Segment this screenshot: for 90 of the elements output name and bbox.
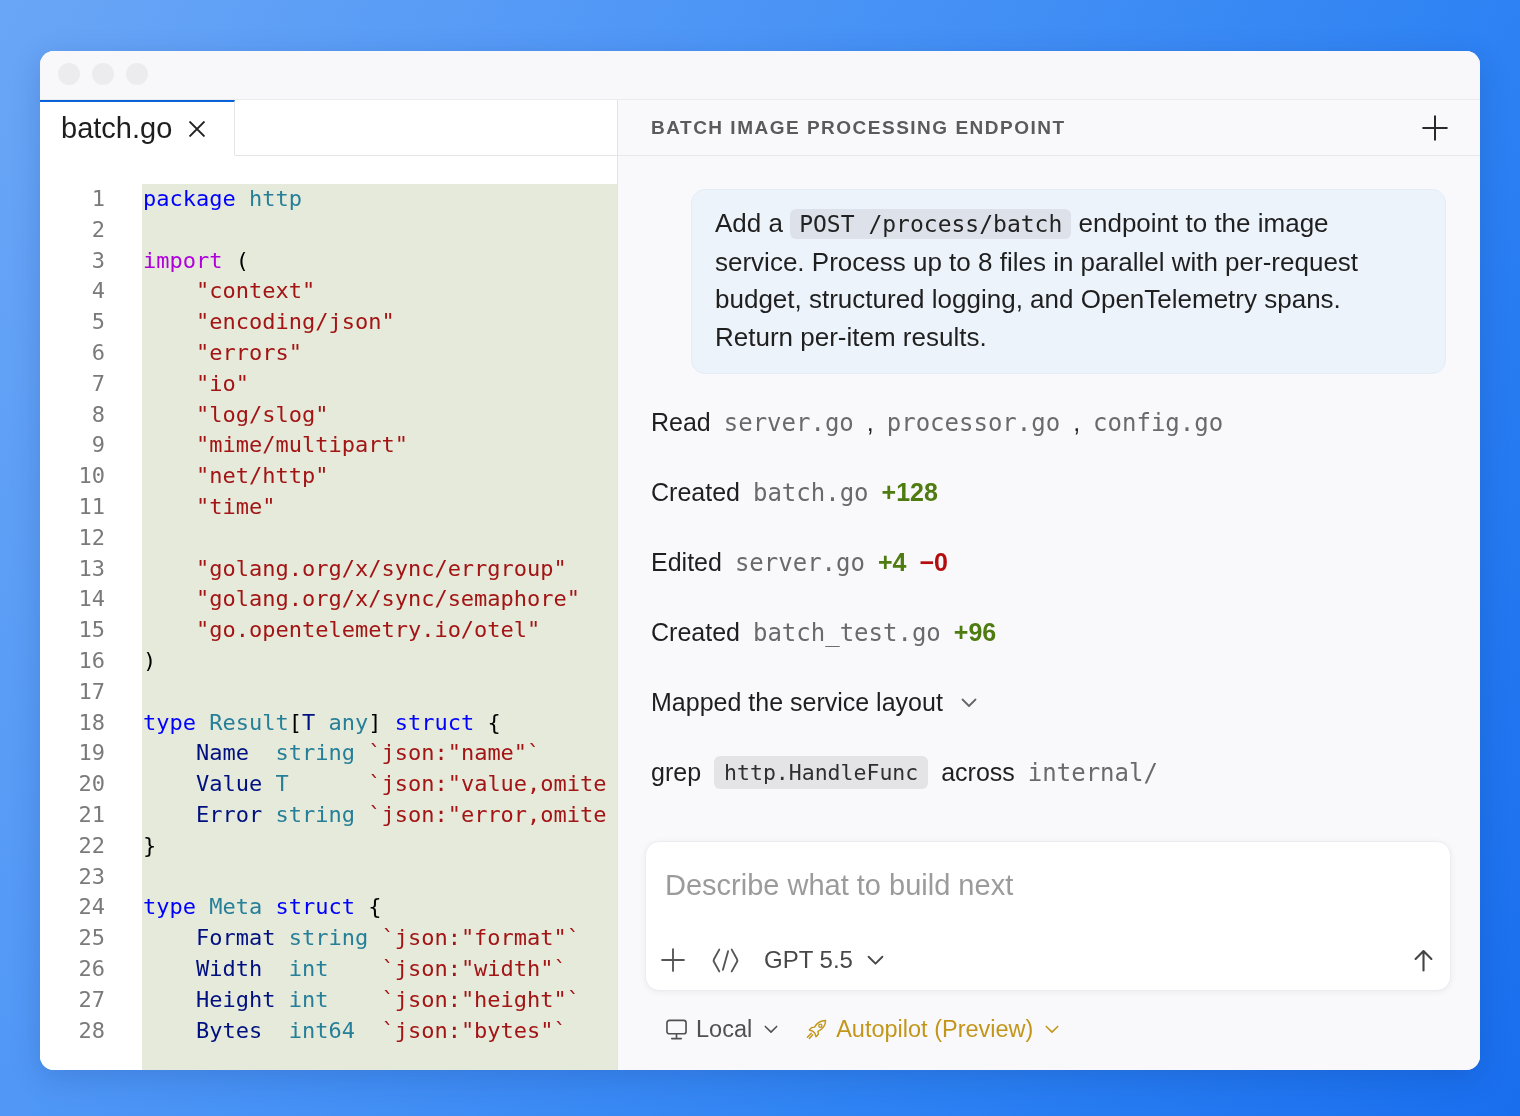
line-number: 23 (78, 863, 105, 889)
caret-icon (1045, 1025, 1060, 1034)
list-separator: , (1073, 408, 1081, 438)
code-line: import ( (143, 247, 249, 273)
line-number: 8 (91, 401, 105, 427)
line-number: 11 (78, 493, 105, 519)
code-line: package http (143, 186, 302, 211)
line-number: 25 (78, 925, 105, 951)
code-line: "mime/multipart" (195, 432, 408, 458)
code-line: "errors" (195, 340, 302, 365)
model-selector[interactable]: GPT 5.5 (764, 946, 884, 974)
line-number: 14 (78, 586, 105, 612)
code-line: Width int `json:"width"` (195, 955, 567, 981)
file-name: internal/ (1027, 758, 1158, 787)
line-number: 3 (91, 247, 105, 273)
step-label: Edited (651, 548, 722, 578)
user-message: Add a POST /process/batch endpoint to the image service. Process up to 8 files in parallel with per-request budget, structured logging, and OpenTelemetry spans. Return per-item results. (691, 189, 1446, 374)
code-line: type Result[T any] struct { (143, 709, 501, 735)
step-label: Read (651, 408, 711, 438)
code-line: Value T `json:"value,omite (195, 771, 607, 797)
code-line: "context" (195, 278, 316, 304)
line-number: 18 (78, 709, 105, 735)
line-number: 26 (78, 955, 105, 981)
line-number: 1 (91, 186, 105, 211)
caret-icon (764, 1025, 779, 1034)
arrow-up-icon[interactable] (1414, 948, 1433, 972)
search-pattern: http.HandleFunc (714, 756, 929, 790)
step-label: Created (651, 478, 740, 508)
step-label: Created (651, 618, 740, 648)
file-name: server.go (734, 548, 865, 577)
line-number: 9 (91, 432, 105, 458)
line-number: 10 (78, 463, 105, 489)
code-line: "encoding/json" (195, 309, 395, 335)
close-icon[interactable] (189, 120, 206, 137)
file-name: batch_test.go (752, 618, 941, 647)
added-lines-count: +128 (881, 478, 938, 508)
line-number: 16 (78, 647, 105, 673)
caret-icon (866, 954, 884, 966)
line-number: 27 (78, 986, 105, 1012)
file-name: processor.go (886, 408, 1061, 437)
removed-lines-count: −0 (919, 548, 948, 578)
code-line: Name string `json:"name"` (195, 740, 541, 766)
monitor-icon (666, 1019, 687, 1040)
line-number: 19 (78, 740, 105, 766)
file-name: batch.go (752, 478, 869, 507)
code-line: } (143, 832, 157, 858)
list-separator: , (866, 408, 874, 438)
line-number: 17 (78, 678, 105, 704)
code-line: Height int `json:"height"` (195, 986, 581, 1012)
added-lines-count: +96 (953, 618, 997, 648)
line-number: 13 (78, 555, 105, 581)
code-line: Format string `json:"format"` (195, 925, 581, 951)
code-brackets-icon[interactable] (712, 947, 739, 973)
code-line: "net/http" (195, 463, 329, 489)
added-lines-count: +4 (877, 548, 907, 578)
code-line: ) (143, 647, 157, 673)
step-label: grep (651, 758, 702, 788)
line-number: 5 (91, 309, 105, 335)
conversation-title: BATCH IMAGE PROCESSING ENDPOINT (651, 116, 1066, 139)
code-line: "io" (195, 370, 249, 396)
code-line: "golang.org/x/sync/semaphore" (195, 586, 581, 612)
line-number: 15 (78, 617, 105, 643)
line-number: 24 (78, 894, 105, 920)
plus-icon[interactable] (661, 948, 685, 972)
code-line: "time" (195, 493, 276, 519)
step-group-toggle[interactable]: Mapped the service layout (651, 685, 977, 720)
code-line: Bytes int64 `json:"bytes"` (195, 1017, 567, 1043)
plus-icon[interactable] (1422, 114, 1448, 141)
prompt-input[interactable]: Describe what to build next (661, 863, 1433, 907)
line-number: 20 (78, 771, 105, 797)
rocket-icon (806, 1019, 828, 1040)
line-number: 4 (91, 278, 105, 304)
file-name: config.go (1093, 408, 1224, 437)
line-number: 22 (78, 832, 105, 858)
code-line: type Meta struct { (143, 894, 382, 920)
code-line: "log/slog" (195, 401, 329, 427)
code-line: "go.opentelemetry.io/otel" (195, 617, 541, 643)
step-label: across (941, 758, 1015, 788)
line-number: 28 (78, 1017, 105, 1043)
environment-selector[interactable]: Local (666, 1016, 779, 1043)
composer-card[interactable]: Describe what to build next GPT 5.5 (645, 841, 1451, 991)
line-number: 12 (78, 524, 105, 550)
code-line: "golang.org/x/sync/errgroup" (195, 555, 567, 581)
line-number: 7 (91, 370, 105, 396)
file-name: server.go (723, 408, 854, 437)
line-number: 21 (78, 801, 105, 827)
file-tab[interactable]: batch.go (40, 100, 236, 156)
line-number: 2 (91, 216, 105, 242)
line-number: 6 (91, 340, 105, 365)
code-line: Error string `json:"error,omite (195, 801, 607, 827)
